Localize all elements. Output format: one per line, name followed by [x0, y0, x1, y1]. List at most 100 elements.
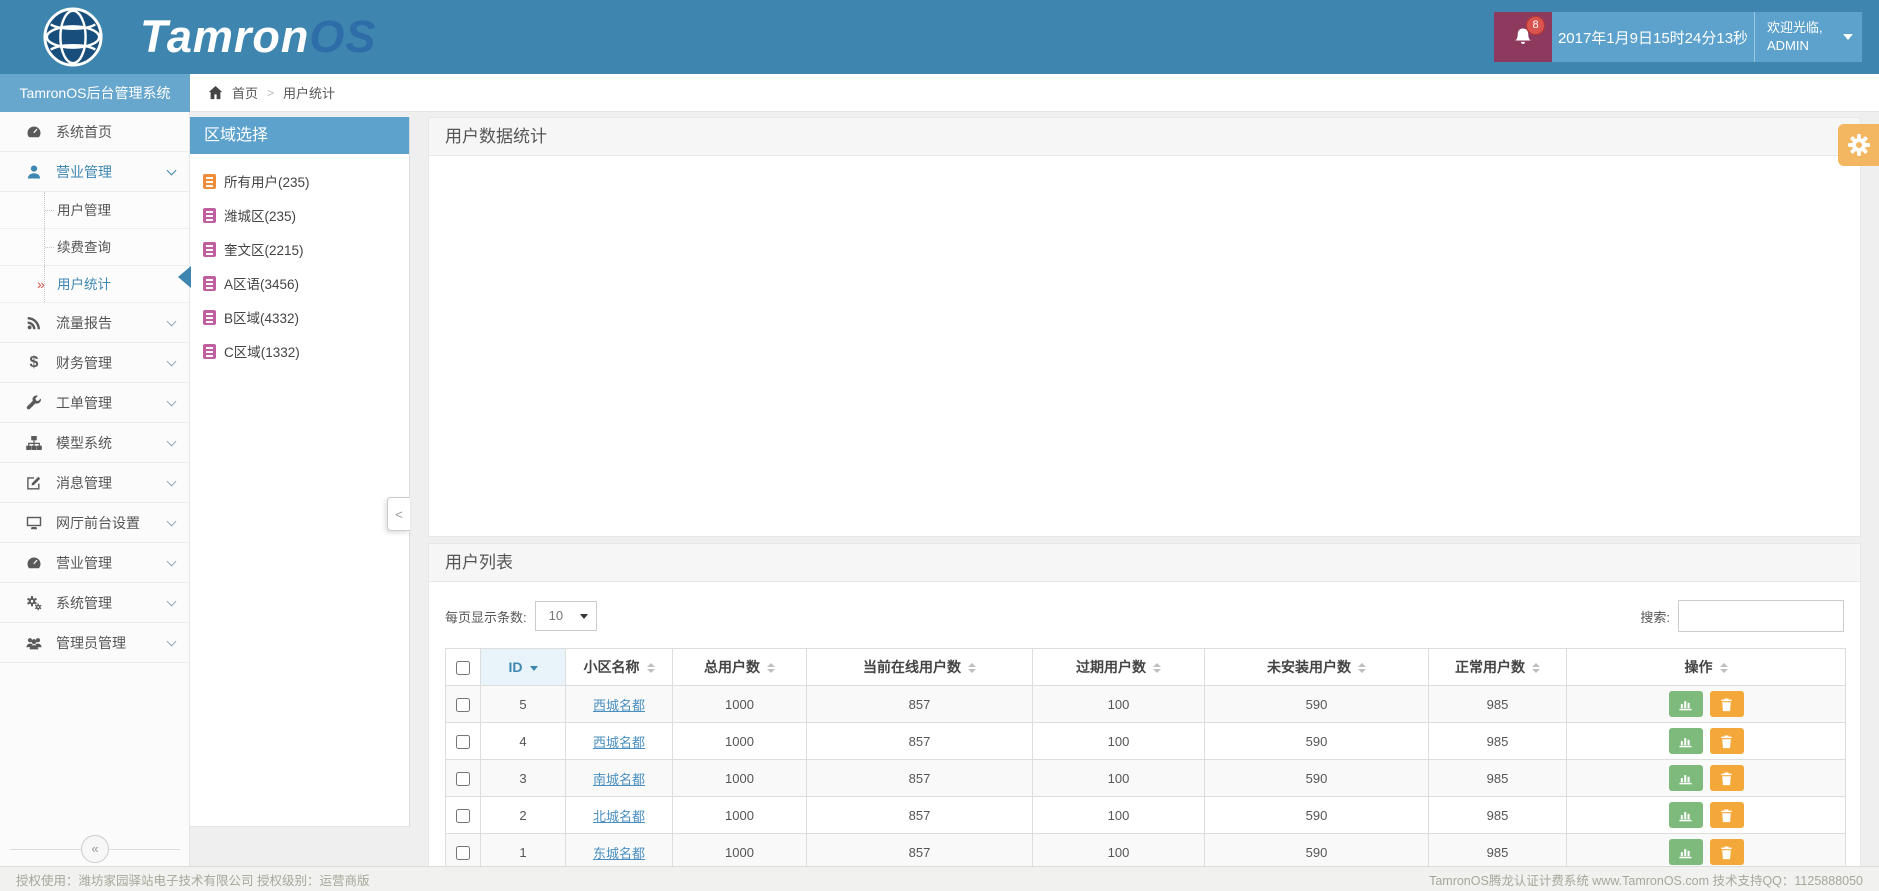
cell-total: 1000	[672, 685, 807, 723]
delete-button[interactable]	[1709, 691, 1744, 717]
brand: TamronOS	[42, 6, 376, 68]
cell-online: 857	[806, 722, 1033, 760]
cell-normal: 985	[1428, 722, 1567, 760]
column-header-total[interactable]: 总用户数	[672, 648, 807, 686]
column-header-expired[interactable]: 过期用户数	[1032, 648, 1205, 686]
per-page-value: 10	[548, 608, 564, 623]
notifications-button[interactable]: 8	[1494, 12, 1552, 62]
sidebar-item-business-mgmt-2[interactable]: 营业管理	[0, 543, 189, 583]
table-header-row: ID 小区名称 总用户数 当前在线用户数 过期用户数 未安装用户数 正常用户数 …	[445, 648, 1846, 686]
row-checkbox[interactable]	[456, 771, 470, 786]
view-chart-button[interactable]	[1668, 802, 1703, 828]
dollar-icon: $	[29, 353, 39, 371]
breadcrumb-home-link[interactable]: 首页	[232, 83, 258, 102]
breadcrumb: 首页 > 用户统计	[190, 74, 1879, 112]
sidebar-subitem-user-mgmt[interactable]: 用户管理	[0, 192, 189, 229]
column-header-id[interactable]: ID	[480, 648, 566, 686]
per-page-select[interactable]: 10	[534, 601, 597, 631]
row-checkbox[interactable]	[456, 845, 470, 860]
column-header-actions[interactable]: 操作	[1566, 648, 1846, 686]
cell-uninstalled: 590	[1204, 722, 1429, 760]
table-row: 2 北城名都 1000 857 100 590 985	[445, 796, 1846, 834]
delete-button[interactable]	[1709, 728, 1744, 754]
sidebar-collapse-button[interactable]: «	[81, 835, 109, 863]
breadcrumb-separator: >	[267, 85, 275, 100]
cell-id: 5	[480, 685, 566, 723]
region-item-all-users[interactable]: 所有用户(235)	[203, 164, 409, 198]
sidebar-item-finance-mgmt[interactable]: $ 财务管理	[0, 343, 189, 383]
view-chart-button[interactable]	[1668, 839, 1703, 865]
wrench-icon	[25, 394, 43, 412]
sidebar-item-traffic-report[interactable]: 流量报告	[0, 303, 189, 343]
select-all-checkbox[interactable]	[456, 661, 470, 676]
sidebar-item-business-mgmt[interactable]: 营业管理	[0, 152, 189, 192]
cell-id: 3	[480, 759, 566, 797]
community-name-link[interactable]: 西城名都	[593, 698, 645, 713]
sidebar-item-model-system[interactable]: 模型系统	[0, 423, 189, 463]
community-name-link[interactable]: 北城名都	[593, 809, 645, 824]
user-menu[interactable]: 欢迎光临, ADMIN	[1754, 12, 1862, 62]
community-name-link[interactable]: 东城名都	[593, 846, 645, 861]
delete-button[interactable]	[1709, 802, 1744, 828]
sidebar-subitem-user-stats[interactable]: 用户统计	[0, 266, 189, 303]
cell-id: 4	[480, 722, 566, 760]
table-row: 5 西城名都 1000 857 100 590 985	[445, 685, 1846, 723]
region-item-c[interactable]: C区域(1332)	[203, 334, 409, 368]
sidebar-item-front-desk-settings[interactable]: 网厅前台设置	[0, 503, 189, 543]
sidebar-system-title: TamronOS后台管理系统	[0, 74, 190, 112]
building-icon	[203, 309, 216, 325]
view-chart-button[interactable]	[1668, 728, 1703, 754]
sidebar-item-label: 营业管理	[56, 163, 112, 180]
cell-uninstalled: 590	[1204, 833, 1429, 871]
sort-icon	[646, 663, 655, 674]
column-header-name[interactable]: 小区名称	[565, 648, 673, 686]
column-header-uninstalled[interactable]: 未安装用户数	[1204, 648, 1429, 686]
sidebar-subitem-renewal-query[interactable]: 续费查询	[0, 229, 189, 266]
cell-uninstalled: 590	[1204, 759, 1429, 797]
view-chart-button[interactable]	[1668, 765, 1703, 791]
region-select-panel: 区域选择 所有用户(235) 潍城区(235) 奎文区(2215) A区语(34…	[190, 117, 410, 827]
cell-expired: 100	[1032, 759, 1205, 797]
sidebar-item-system-mgmt[interactable]: 系统管理	[0, 583, 189, 623]
cell-expired: 100	[1032, 685, 1205, 723]
row-checkbox[interactable]	[456, 808, 470, 823]
delete-button[interactable]	[1709, 839, 1744, 865]
gears-icon	[25, 594, 43, 612]
table-row: 1 东城名都 1000 857 100 590 985	[445, 833, 1846, 871]
trash-icon	[1721, 698, 1732, 711]
sidebar-item-admin-mgmt[interactable]: 管理员管理	[0, 623, 189, 663]
search-input[interactable]	[1678, 600, 1844, 632]
brand-primary: Tamron	[140, 11, 310, 62]
sidebar-item-message-mgmt[interactable]: 消息管理	[0, 463, 189, 503]
settings-toggle-button[interactable]	[1838, 124, 1879, 166]
community-name-link[interactable]: 西城名都	[593, 735, 645, 750]
cell-uninstalled: 590	[1204, 796, 1429, 834]
region-panel-collapse-button[interactable]: <	[387, 497, 410, 531]
cell-normal: 985	[1428, 759, 1567, 797]
region-panel-title: 区域选择	[190, 117, 409, 154]
region-item-label: A区语(3456)	[224, 277, 300, 292]
row-checkbox[interactable]	[456, 697, 470, 712]
sidebar-nav: 系统首页 营业管理 用户管理 续费查询 用户统计 流量报告 $ 财务管理 工单管…	[0, 112, 190, 866]
sidebar-item-label: 模型系统	[56, 434, 112, 451]
building-icon	[203, 343, 216, 359]
datetime-display: 2017年1月9日15时24分13秒	[1552, 12, 1754, 62]
column-header-online[interactable]: 当前在线用户数	[806, 648, 1033, 686]
sidebar-item-label: 管理员管理	[56, 634, 126, 651]
user-table: ID 小区名称 总用户数 当前在线用户数 过期用户数 未安装用户数 正常用户数 …	[445, 648, 1846, 871]
sidebar-item-work-order-mgmt[interactable]: 工单管理	[0, 383, 189, 423]
region-item-kuiwen[interactable]: 奎文区(2215)	[203, 232, 409, 266]
sidebar-item-system-home[interactable]: 系统首页	[0, 112, 189, 152]
community-name-link[interactable]: 南城名都	[593, 772, 645, 787]
sort-icon	[1719, 663, 1728, 674]
region-item-a[interactable]: A区语(3456)	[203, 266, 409, 300]
view-chart-button[interactable]	[1668, 691, 1703, 717]
row-checkbox[interactable]	[456, 734, 470, 749]
region-item-b[interactable]: B区域(4332)	[203, 300, 409, 334]
column-header-normal[interactable]: 正常用户数	[1428, 648, 1567, 686]
chevron-down-icon	[166, 596, 177, 606]
region-item-weicheng[interactable]: 潍城区(235)	[203, 198, 409, 232]
cell-normal: 985	[1428, 685, 1567, 723]
gear-icon	[1847, 134, 1870, 156]
delete-button[interactable]	[1709, 765, 1744, 791]
